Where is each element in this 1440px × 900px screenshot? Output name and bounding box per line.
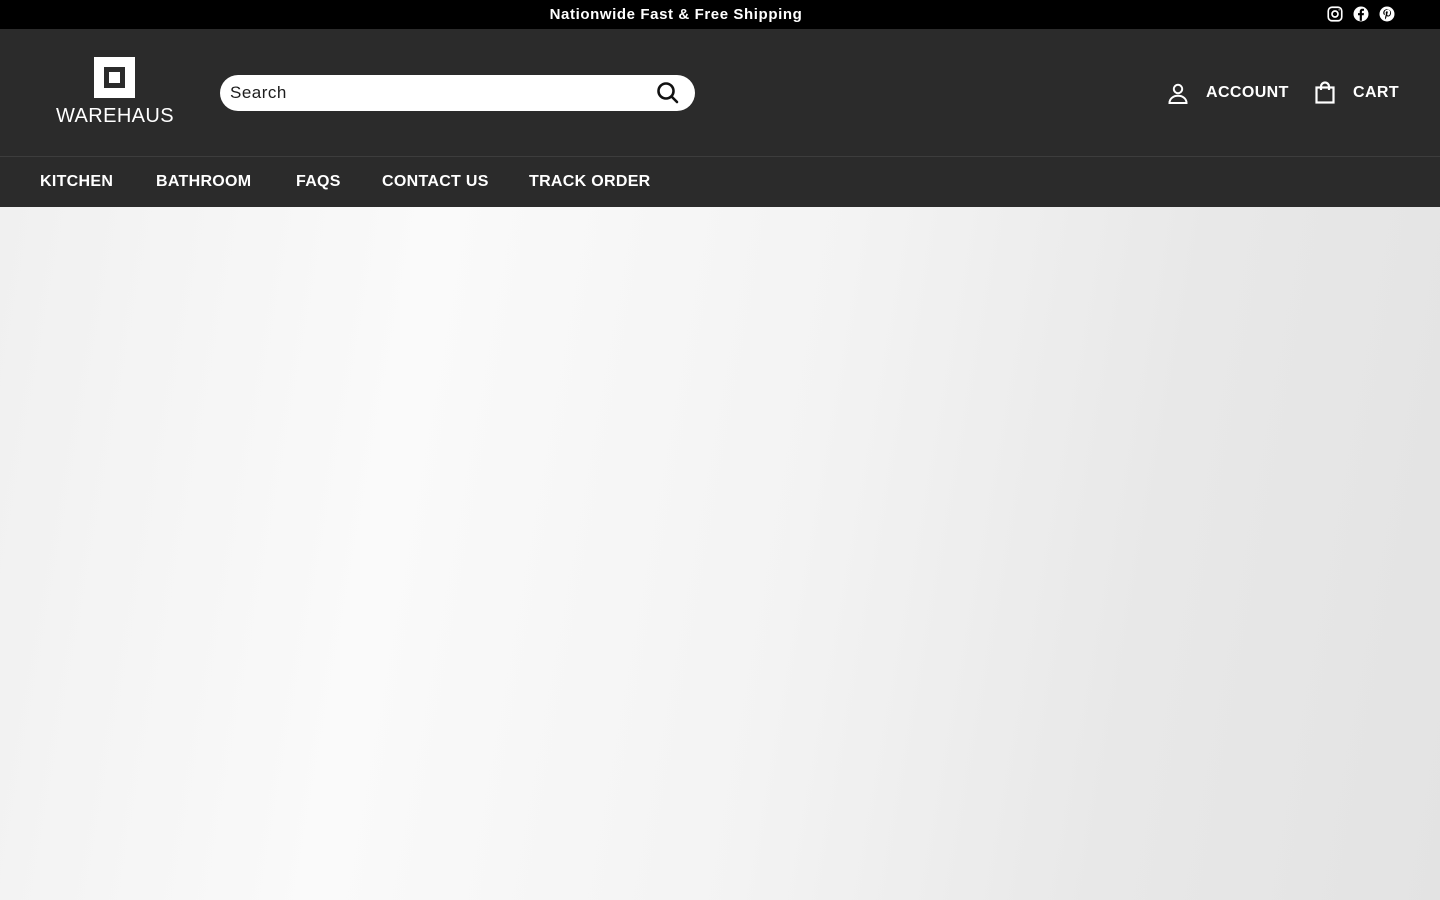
search-bar [220, 75, 695, 111]
user-icon [1168, 83, 1188, 104]
facebook-icon[interactable] [1352, 5, 1370, 23]
social-links [1326, 5, 1396, 23]
nav-item-faqs[interactable]: FAQS [296, 173, 341, 191]
account-label: ACCOUNT [1206, 84, 1289, 101]
search-button[interactable] [655, 80, 681, 106]
nav-item-bathroom[interactable]: BATHROOM [156, 173, 251, 191]
nav-item-kitchen[interactable]: KITCHEN [40, 173, 113, 191]
site-logo[interactable]: WAREHAUS [52, 57, 178, 127]
announcement-text: Nationwide Fast & Free Shipping [549, 6, 803, 23]
cart-link[interactable]: CART [1313, 79, 1399, 107]
nav-item-track-order[interactable]: TRACK ORDER [529, 173, 651, 191]
hero-banner [0, 207, 1440, 900]
site-header: WAREHAUS ACCOUNT CART [0, 29, 1440, 156]
logo-text: WAREHAUS [55, 105, 175, 127]
search-icon [657, 82, 679, 104]
cart-icon [1315, 81, 1335, 104]
main-nav: KITCHEN BATHROOM FAQS CONTACT US TRACK O… [0, 156, 1440, 207]
search-input[interactable] [230, 75, 640, 111]
nav-item-contact-us[interactable]: CONTACT US [382, 173, 489, 191]
logo-mark [94, 57, 135, 98]
pinterest-icon[interactable] [1378, 5, 1396, 23]
cart-label: CART [1353, 84, 1400, 101]
announcement-bar: Nationwide Fast & Free Shipping [0, 0, 1440, 29]
instagram-icon[interactable] [1326, 5, 1344, 23]
account-link[interactable]: ACCOUNT [1166, 79, 1289, 107]
